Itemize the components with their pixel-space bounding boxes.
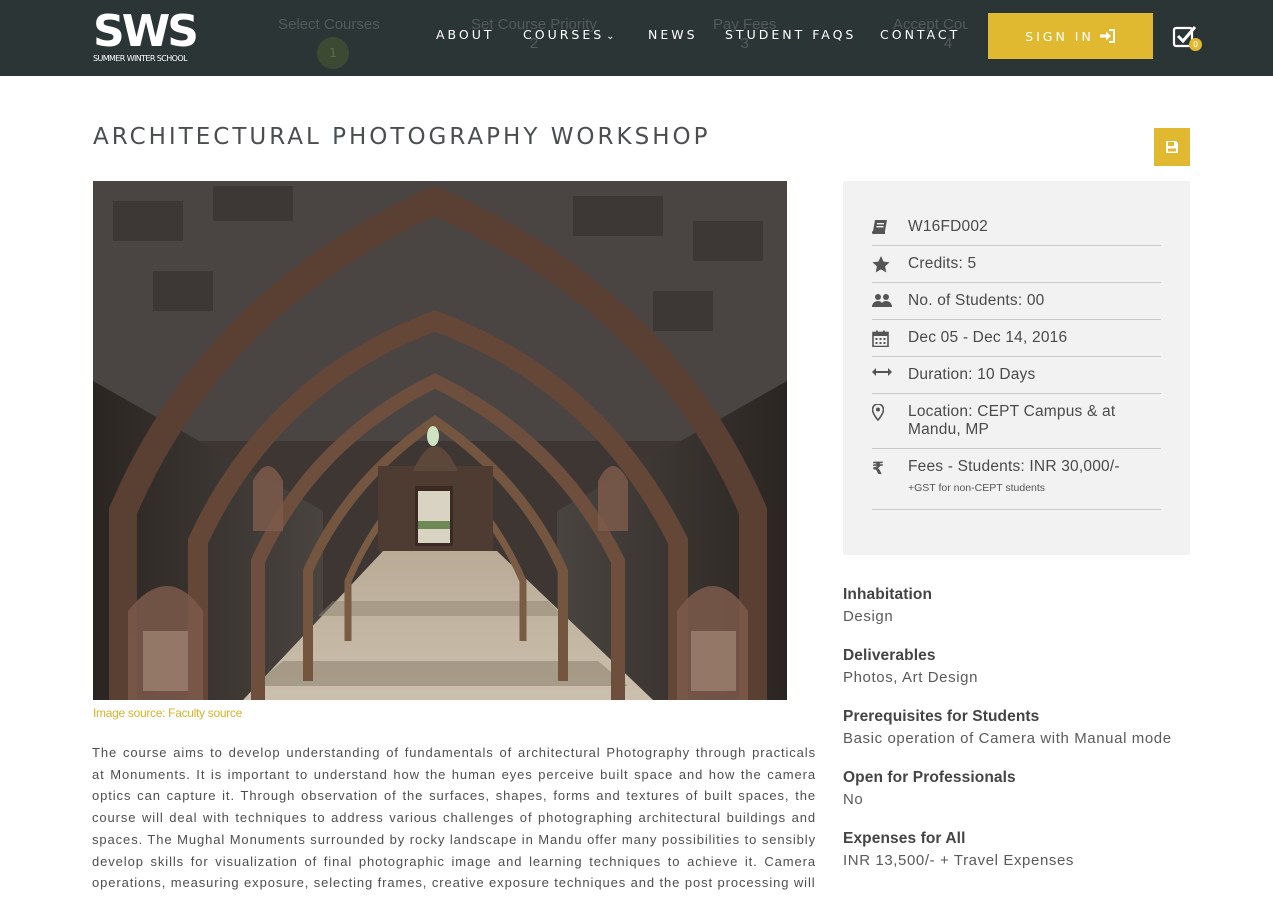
course-details-list: Inhabitation Design Deliverables Photos,… xyxy=(843,585,1223,890)
save-button[interactable] xyxy=(1154,128,1190,166)
info-row-location: Location: CEPT Campus & at Mandu, MP xyxy=(872,394,1161,449)
detail-value: No xyxy=(843,791,864,808)
detail-value: Design xyxy=(843,608,894,625)
logo-wordmark: SWS xyxy=(93,6,199,57)
users-icon xyxy=(872,292,908,309)
course-duration: Duration: 10 Days xyxy=(908,366,1036,383)
info-row-credits: Credits: 5 xyxy=(872,246,1161,283)
nav-contact[interactable]: CONTACT xyxy=(880,27,960,42)
detail-prerequisites: Prerequisites for Students Basic operati… xyxy=(843,707,1223,751)
star-icon xyxy=(872,255,908,273)
site-logo[interactable]: SWS SUMMER WINTER SCHOOL xyxy=(93,8,213,68)
course-credits: Credits: 5 xyxy=(908,255,977,272)
page-title: ARCHITECTURAL PHOTOGRAPHY WORKSHOP xyxy=(93,124,711,150)
fees-note: +GST for non-CEPT students xyxy=(908,482,1046,494)
info-row-duration: Duration: 10 Days xyxy=(872,357,1161,394)
nav-courses-label: COURSES xyxy=(523,27,605,42)
detail-value: Photos, Art Design xyxy=(843,669,979,686)
progress-step-1: Select Courses xyxy=(278,16,380,33)
sign-in-label: SIGN IN xyxy=(1025,28,1094,44)
info-row-dates: Dec 05 - Dec 14, 2016 xyxy=(872,320,1161,357)
nav-about[interactable]: ABOUT xyxy=(436,27,495,42)
top-navigation-bar: SWS SUMMER WINTER SCHOOL Select Courses … xyxy=(0,0,1273,76)
detail-inhabitation: Inhabitation Design xyxy=(843,585,1223,629)
detail-label: Inhabitation xyxy=(843,586,933,603)
sign-in-icon xyxy=(1099,29,1115,43)
detail-label: Expenses for All xyxy=(843,830,966,847)
course-dates: Dec 05 - Dec 14, 2016 xyxy=(908,329,1068,346)
fees-amount: Fees - Students: INR 30,000/- xyxy=(908,458,1120,475)
info-row-code: W16FD002 xyxy=(872,209,1161,246)
nav-student-faqs[interactable]: STUDENT FAQS xyxy=(725,27,856,42)
cart-count-badge: 0 xyxy=(1189,38,1202,51)
chevron-down-icon: ⌄ xyxy=(606,31,618,42)
detail-value: INR 13,500/- + Travel Expenses xyxy=(843,852,1075,869)
course-description: The course aims to develop understanding… xyxy=(92,745,816,891)
detail-label: Prerequisites for Students xyxy=(843,708,1040,725)
progress-step-label: Select Courses xyxy=(278,16,380,33)
detail-label: Deliverables xyxy=(843,647,936,664)
sign-in-button[interactable]: SIGN IN xyxy=(988,13,1153,59)
course-location: Location: CEPT Campus & at Mandu, MP xyxy=(908,403,1116,438)
book-icon xyxy=(872,218,908,235)
arrows-horizontal-icon xyxy=(872,366,908,377)
detail-label: Open for Professionals xyxy=(843,769,1016,786)
course-code: W16FD002 xyxy=(908,218,988,235)
detail-expenses: Expenses for All INR 13,500/- + Travel E… xyxy=(843,829,1223,873)
image-caption: Image source: Faculty source xyxy=(93,706,243,720)
nav-courses[interactable]: COURSES ⌄ xyxy=(523,27,618,42)
detail-value: Basic operation of Camera with Manual mo… xyxy=(843,730,1172,747)
course-info-panel: W16FD002 Credits: 5 No. of Students: 00 … xyxy=(843,181,1190,555)
student-count: No. of Students: 00 xyxy=(908,292,1045,309)
map-pin-icon xyxy=(872,403,908,421)
detail-deliverables: Deliverables Photos, Art Design xyxy=(843,646,1223,690)
info-row-fees: ₹ Fees - Students: INR 30,000/- +GST for… xyxy=(872,449,1161,510)
course-cart-button[interactable]: 0 xyxy=(1172,24,1204,54)
course-fees: Fees - Students: INR 30,000/- +GST for n… xyxy=(908,458,1120,497)
save-icon xyxy=(1166,141,1178,153)
rupee-icon: ₹ xyxy=(872,459,884,479)
detail-open-for-professionals: Open for Professionals No xyxy=(843,768,1223,812)
course-image xyxy=(93,181,787,700)
progress-step-current-dot: 1 xyxy=(317,37,349,69)
calendar-icon xyxy=(872,329,908,347)
info-row-students: No. of Students: 00 xyxy=(872,283,1161,320)
nav-news[interactable]: NEWS xyxy=(648,27,698,42)
